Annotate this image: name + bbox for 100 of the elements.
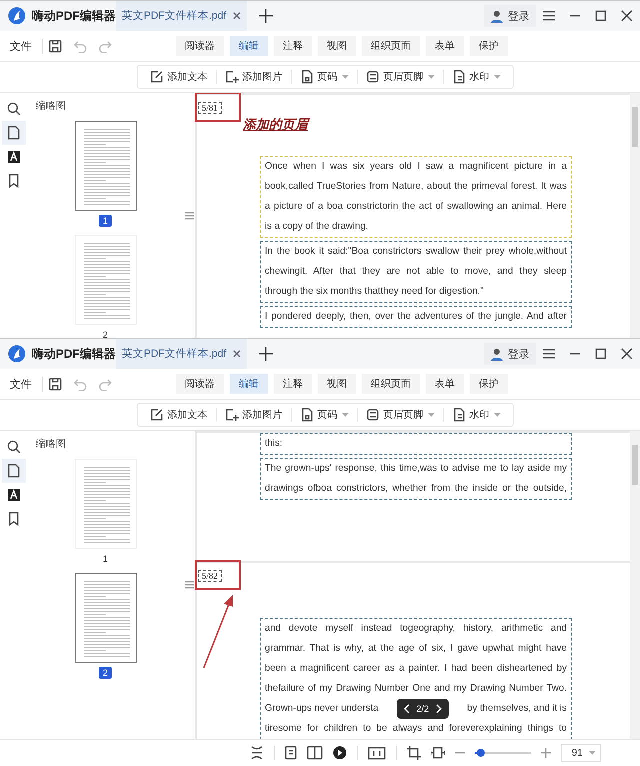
text-line: Once when I was six years old I saw a magnificent picture in a: [265, 160, 567, 174]
ribbon-tab[interactable]: 表单: [426, 36, 464, 56]
text-block[interactable]: [260, 156, 572, 238]
watermark-icon: [452, 408, 466, 422]
tool-button[interactable]: 添加图片: [216, 408, 292, 422]
tool-button[interactable]: 页眉页脚: [358, 70, 444, 84]
page-number-stamp: 5/81: [198, 102, 222, 114]
page-number: 1: [102, 553, 109, 565]
tool-button[interactable]: 页码: [292, 70, 358, 84]
tool-button[interactable]: 水印: [444, 70, 508, 84]
scrollbar[interactable]: [630, 93, 640, 338]
fit-height-icon: [250, 746, 264, 760]
drag-handle-icon: [184, 581, 194, 589]
actual-size-button[interactable]: [368, 746, 386, 760]
crop-button[interactable]: [407, 746, 421, 760]
text-block[interactable]: In the book it said:"Boa constrictors swallow their prey whole,without chewingit. After that they are not able to move, and they sleep through the six months thatthey need for digestion.": [260, 241, 572, 303]
ribbon-tab[interactable]: 编辑: [230, 374, 268, 394]
text-line: is a copy of the drawing.: [265, 220, 370, 234]
avatar-icon: [490, 347, 504, 361]
sidebar-tab[interactable]: [2, 121, 26, 145]
close-icon: [232, 12, 241, 20]
text-block[interactable]: this:: [260, 433, 572, 455]
one-to-one-icon: [368, 746, 386, 760]
new-tab-button[interactable]: [258, 347, 273, 361]
document-tab[interactable]: 英文PDF文件样本.pdf: [116, 339, 247, 369]
ribbon-tab[interactable]: 视图: [318, 36, 356, 56]
caret-icon: [342, 75, 348, 79]
login-button[interactable]: 登录: [484, 5, 536, 27]
zoom-in-button[interactable]: [541, 748, 551, 758]
file-menu[interactable]: 文件: [0, 38, 43, 54]
page-header-text: 添加的页眉: [243, 116, 311, 134]
page-number: 2: [102, 329, 109, 338]
save-icon: [49, 40, 62, 52]
text-block[interactable]: I pondered deeply, then, over the adventures of the jungle. And after: [260, 306, 572, 328]
text-line: Grown-ups never understa: [265, 702, 379, 716]
fit-width-icon: [431, 746, 445, 760]
app-logo-icon: [8, 7, 26, 25]
text-line: and devote myself instead togeography, history, arithmetic and: [265, 622, 567, 636]
ribbon-tab[interactable]: 保护: [470, 374, 508, 394]
maximize-icon: [595, 348, 607, 360]
tool-button[interactable]: 页码: [292, 408, 358, 422]
page-number-stamp: 5/82: [198, 570, 222, 582]
plus-icon: [258, 347, 273, 361]
tool-button[interactable]: 添加图片: [216, 70, 292, 84]
ribbon-tab[interactable]: 注释: [274, 36, 312, 56]
tool-button[interactable]: 添加文本: [142, 408, 216, 422]
text-line: In the book it said:"Boa constrictors swallow their prey whole,without: [265, 245, 567, 259]
text-line: drawings ofboa constrictors, whether from the inside or the outside,: [265, 482, 567, 496]
ribbon-tab[interactable]: 阅读器: [176, 36, 224, 56]
close-icon: [232, 350, 241, 358]
caret-icon: [589, 751, 596, 755]
fit-height-button[interactable]: [250, 746, 264, 760]
text-line: by themselves, and it is: [467, 702, 567, 716]
plus-icon: [541, 748, 551, 758]
ribbon-tab[interactable]: 编辑: [230, 36, 268, 56]
next-page-button[interactable]: [435, 703, 444, 715]
ribbon-tab[interactable]: 视图: [318, 374, 356, 394]
tool-button[interactable]: 页眉页脚: [358, 408, 444, 422]
page-icon: [285, 746, 297, 760]
text-line: grammar. That is why, at the age of six, I gave upwhat might have: [265, 642, 567, 656]
app-title: 嗨动PDF编辑器: [32, 8, 116, 24]
new-tab-button[interactable]: [258, 9, 273, 23]
text-line: thefailure of my Drawing Number One and my Drawing Number Two.: [265, 682, 567, 696]
font-icon: [7, 488, 21, 502]
bookmark-icon: [7, 174, 21, 188]
single-page-button[interactable]: [285, 746, 297, 760]
page-number: 2: [98, 667, 112, 679]
fit-width-button[interactable]: [431, 746, 445, 760]
caret-icon: [428, 75, 434, 79]
document-tab[interactable]: 英文PDF文件样本.pdf: [116, 1, 247, 31]
text-line: I pondered deeply, then, over the adventures of the jungle. And after: [265, 310, 567, 324]
page-counter: 2/2: [416, 703, 430, 716]
ribbon-tab[interactable]: 注释: [274, 374, 312, 394]
ribbon-tab[interactable]: 表单: [426, 374, 464, 394]
ribbon-tab[interactable]: 保护: [470, 36, 508, 56]
page-icon: [7, 464, 21, 478]
page-icon: [7, 126, 21, 140]
play-icon: [333, 746, 347, 760]
search-icon: [7, 440, 21, 454]
ribbon-tab[interactable]: 阅读器: [176, 374, 224, 394]
previous-page-button[interactable]: [402, 703, 411, 715]
maximize-icon: [595, 10, 607, 22]
tool-button[interactable]: 水印: [444, 408, 508, 422]
scrollbar[interactable]: [630, 431, 640, 739]
ribbon-tab[interactable]: 组织页面: [362, 374, 420, 394]
zoom-field[interactable]: 91: [561, 744, 601, 762]
text-block[interactable]: The grown-ups' response, this time,was to advise me to lay aside my drawings ofboa constrictors, whether from the inside or the outside,: [260, 458, 572, 500]
text-line: this:: [265, 437, 284, 451]
play-button[interactable]: [333, 746, 347, 760]
save-icon: [49, 378, 62, 390]
text-line: through the six months thatthey need for digestion.": [265, 285, 485, 299]
tool-button[interactable]: 添加文本: [142, 70, 216, 84]
watermark-icon: [452, 70, 466, 84]
crop-icon: [407, 746, 421, 760]
file-menu[interactable]: 文件: [0, 376, 43, 392]
login-button[interactable]: 登录: [484, 343, 536, 365]
two-page-button[interactable]: [307, 746, 323, 760]
ribbon-tab[interactable]: 组织页面: [362, 36, 420, 56]
sidebar-tab[interactable]: [2, 459, 26, 483]
close-icon: [621, 10, 633, 22]
